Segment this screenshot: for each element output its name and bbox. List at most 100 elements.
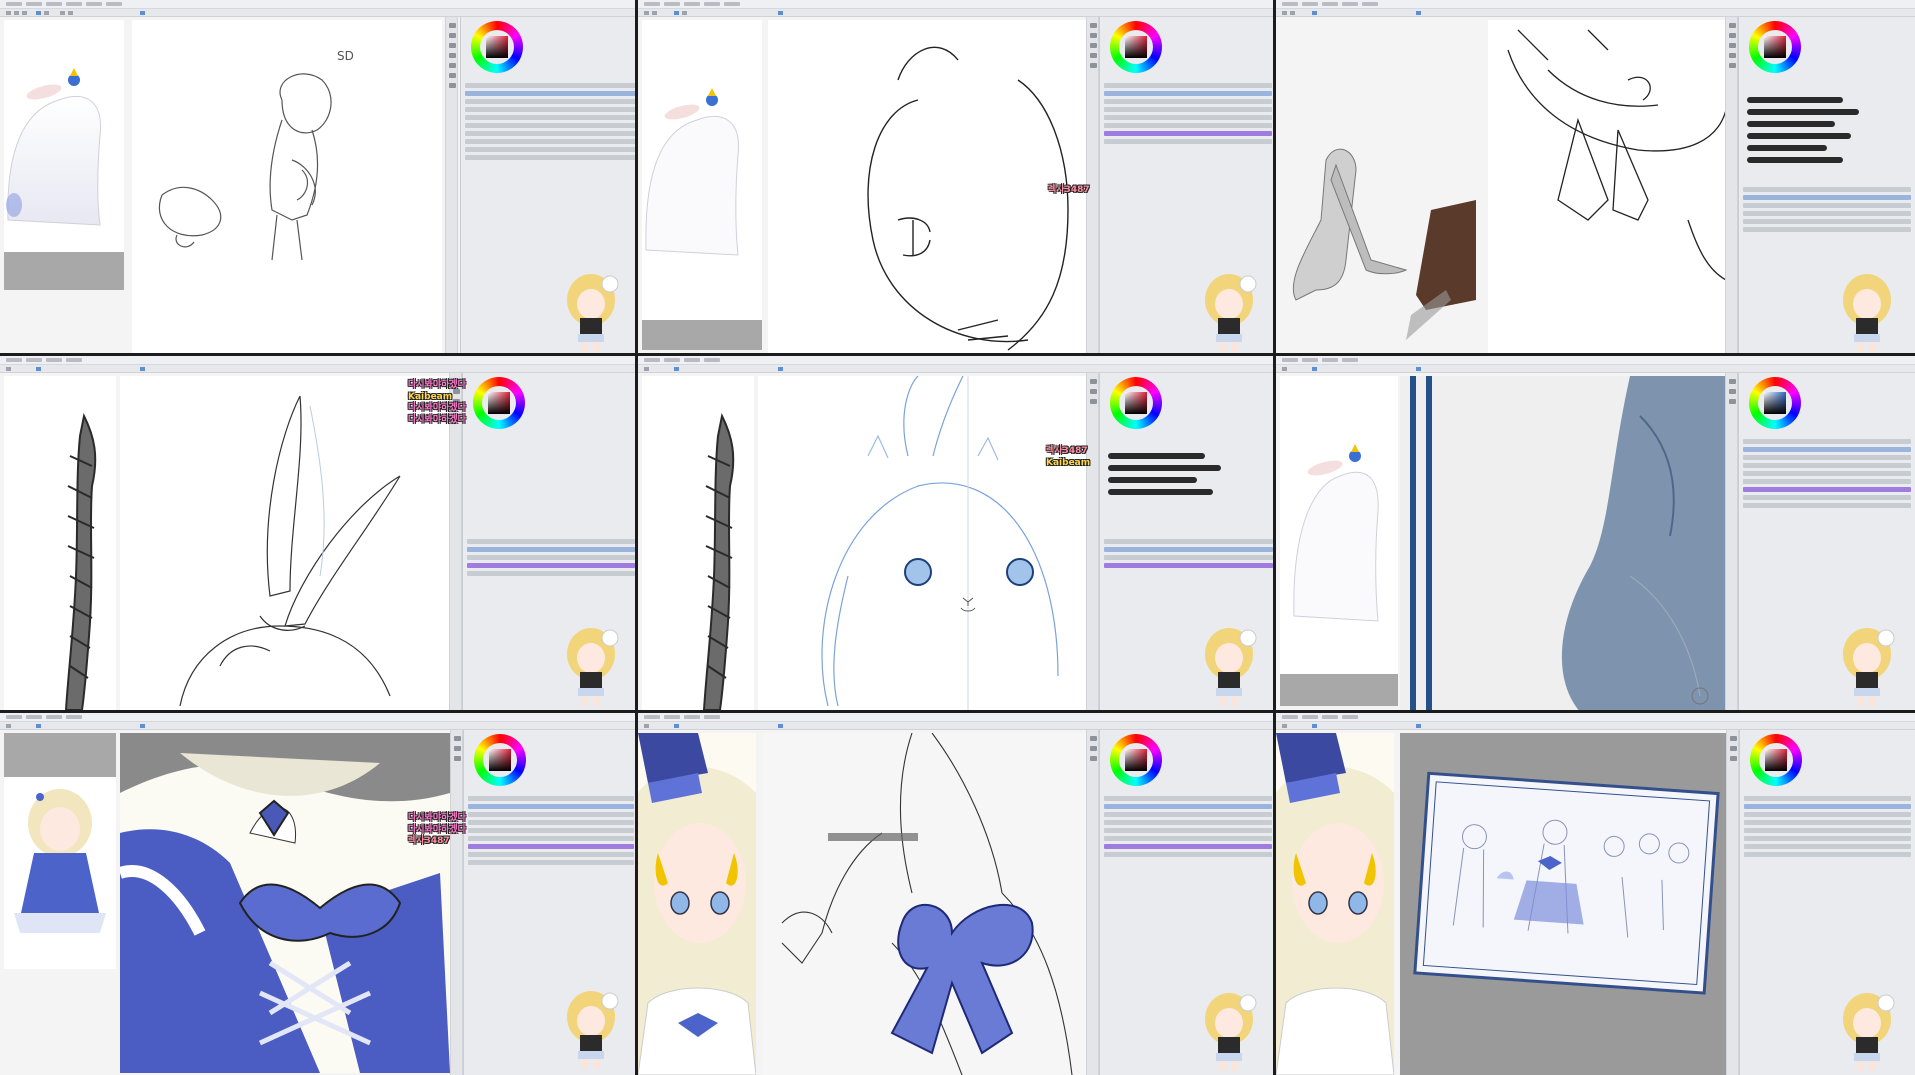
bunny-reference xyxy=(4,68,124,290)
menu-bar[interactable] xyxy=(0,0,635,9)
drawing-canvas[interactable] xyxy=(768,20,1086,353)
brush-list[interactable] xyxy=(1747,97,1907,169)
command-bar[interactable] xyxy=(1276,722,1915,730)
chat-overlay: 렉사3487 Kaibeam xyxy=(1046,446,1146,469)
tile-1: SD xyxy=(0,0,638,356)
tile-4: 다시봐야하겠다 Kaibeam 다시봐야하겠다 다시봐야하겠다 xyxy=(0,356,638,713)
drawing-canvas[interactable] xyxy=(1400,376,1726,710)
sketch-strokes xyxy=(867,46,1069,351)
chat-username: 다시봐야하겠다 xyxy=(408,813,466,823)
streamer-mascot xyxy=(1843,274,1891,352)
color-wheel[interactable] xyxy=(471,21,523,73)
chat-username: 다시봐야하겠다 xyxy=(408,380,466,390)
reference-window[interactable] xyxy=(4,376,116,710)
reference-3d-model[interactable] xyxy=(1276,20,1486,353)
tool-strip[interactable] xyxy=(1086,730,1099,1075)
streamer-mascot xyxy=(1205,628,1257,706)
color-wheel[interactable] xyxy=(1110,734,1162,786)
drawing-canvas[interactable] xyxy=(120,733,450,1073)
tile-9 xyxy=(1276,713,1915,1075)
reference-window[interactable] xyxy=(4,733,116,1073)
menu-bar[interactable] xyxy=(1276,356,1915,365)
chat-message: 다시봐야하겠다 xyxy=(408,813,508,825)
menu-bar[interactable] xyxy=(638,356,1273,365)
color-wheel[interactable] xyxy=(1110,21,1162,73)
reference-window[interactable] xyxy=(4,20,124,290)
screenshot-grid: SD 렉사3487 다시봐야하겠다 Kaibeam 다시봐야하겠다 다시봐야하겠… xyxy=(0,0,1915,1075)
streamer-mascot xyxy=(567,628,619,706)
tile-2: 렉사3487 xyxy=(638,0,1276,356)
tile-5: 렉사3487 Kaibeam xyxy=(638,356,1276,713)
menu-bar[interactable] xyxy=(638,0,1273,9)
command-bar[interactable] xyxy=(0,9,635,17)
horn-reference xyxy=(64,412,97,710)
bow-lineart xyxy=(781,733,1073,1075)
drawing-canvas[interactable] xyxy=(762,733,1086,1075)
bunny-face-lineart xyxy=(821,376,1059,710)
legs-model xyxy=(1292,148,1476,340)
command-bar[interactable] xyxy=(0,365,635,373)
color-wheel[interactable] xyxy=(1750,734,1802,786)
command-bar[interactable] xyxy=(638,9,1273,17)
chat-overlay: 다시봐야하겠다 Kaibeam 다시봐야하겠다 다시봐야하겠다 xyxy=(408,380,508,426)
reference-window[interactable] xyxy=(1280,376,1398,706)
tool-strip[interactable] xyxy=(1725,17,1738,353)
sketch-strokes xyxy=(1507,29,1726,281)
command-bar[interactable] xyxy=(1276,365,1915,373)
command-bar[interactable] xyxy=(638,722,1273,730)
tile-8 xyxy=(638,713,1276,1075)
streamer-mascot xyxy=(1205,993,1257,1071)
color-wheel[interactable] xyxy=(474,734,526,786)
drawing-canvas[interactable] xyxy=(120,376,450,710)
hair-flat-fill xyxy=(1410,376,1726,710)
chat-message: Kaibeam xyxy=(1046,458,1146,470)
character-bust-reference xyxy=(1276,733,1394,1075)
streamer-mascot xyxy=(1205,274,1257,352)
tile-3 xyxy=(1276,0,1915,356)
chat-message: 렉사3487 xyxy=(1048,185,1148,197)
chat-message: 다시봐야하겠다 xyxy=(408,380,508,392)
chat-username: Kaibeam xyxy=(1046,457,1091,468)
drawing-canvas[interactable] xyxy=(1488,20,1726,353)
tool-strip[interactable] xyxy=(1726,730,1739,1075)
reference-window[interactable] xyxy=(642,376,754,710)
bow-closeup xyxy=(120,733,450,1073)
sketch-strokes: SD xyxy=(158,49,354,261)
chat-message: Kaibeam xyxy=(408,392,508,404)
color-wheel[interactable] xyxy=(1749,377,1801,429)
chat-overlay: 렉사3487 xyxy=(1048,185,1148,197)
horn-reference xyxy=(702,412,735,710)
command-bar[interactable] xyxy=(1276,9,1915,17)
chat-message: 다시봐야하겠다 xyxy=(408,403,508,415)
chat-message: 렉사3487 xyxy=(1046,446,1146,458)
menu-bar[interactable] xyxy=(638,713,1273,722)
color-wheel[interactable] xyxy=(1110,377,1162,429)
bunny-reference xyxy=(1280,444,1398,706)
tool-strip[interactable] xyxy=(1725,373,1738,710)
reference-window[interactable] xyxy=(638,733,756,1075)
menu-bar[interactable] xyxy=(1276,0,1915,9)
chat-username: 다시봐야하겠다 xyxy=(408,414,466,425)
chat-username: 렉사3487 xyxy=(1046,446,1088,456)
chat-username: 렉사3487 xyxy=(1048,185,1090,195)
command-bar[interactable] xyxy=(0,722,635,730)
reference-window[interactable] xyxy=(1276,733,1394,1075)
chat-username: Kaibeam xyxy=(408,391,453,402)
menu-bar[interactable] xyxy=(1276,713,1915,722)
color-wheel[interactable] xyxy=(1749,21,1801,73)
drawing-canvas[interactable]: SD xyxy=(132,20,442,353)
character-sheet xyxy=(1413,771,1720,995)
bunny-reference xyxy=(642,88,762,350)
streamer-mascot xyxy=(567,274,619,352)
menu-bar[interactable] xyxy=(0,356,635,365)
command-bar[interactable] xyxy=(638,365,1273,373)
drawing-canvas[interactable] xyxy=(758,376,1086,710)
menu-bar[interactable] xyxy=(0,713,635,722)
chat-message: 다시봐야하겠다 xyxy=(408,415,508,427)
character-bust-reference xyxy=(638,733,756,1075)
reference-window[interactable] xyxy=(642,20,762,350)
drawing-canvas[interactable] xyxy=(1400,733,1726,1075)
tool-strip[interactable] xyxy=(445,17,458,353)
tool-strip[interactable] xyxy=(1086,373,1099,710)
tool-strip[interactable] xyxy=(450,730,463,1075)
